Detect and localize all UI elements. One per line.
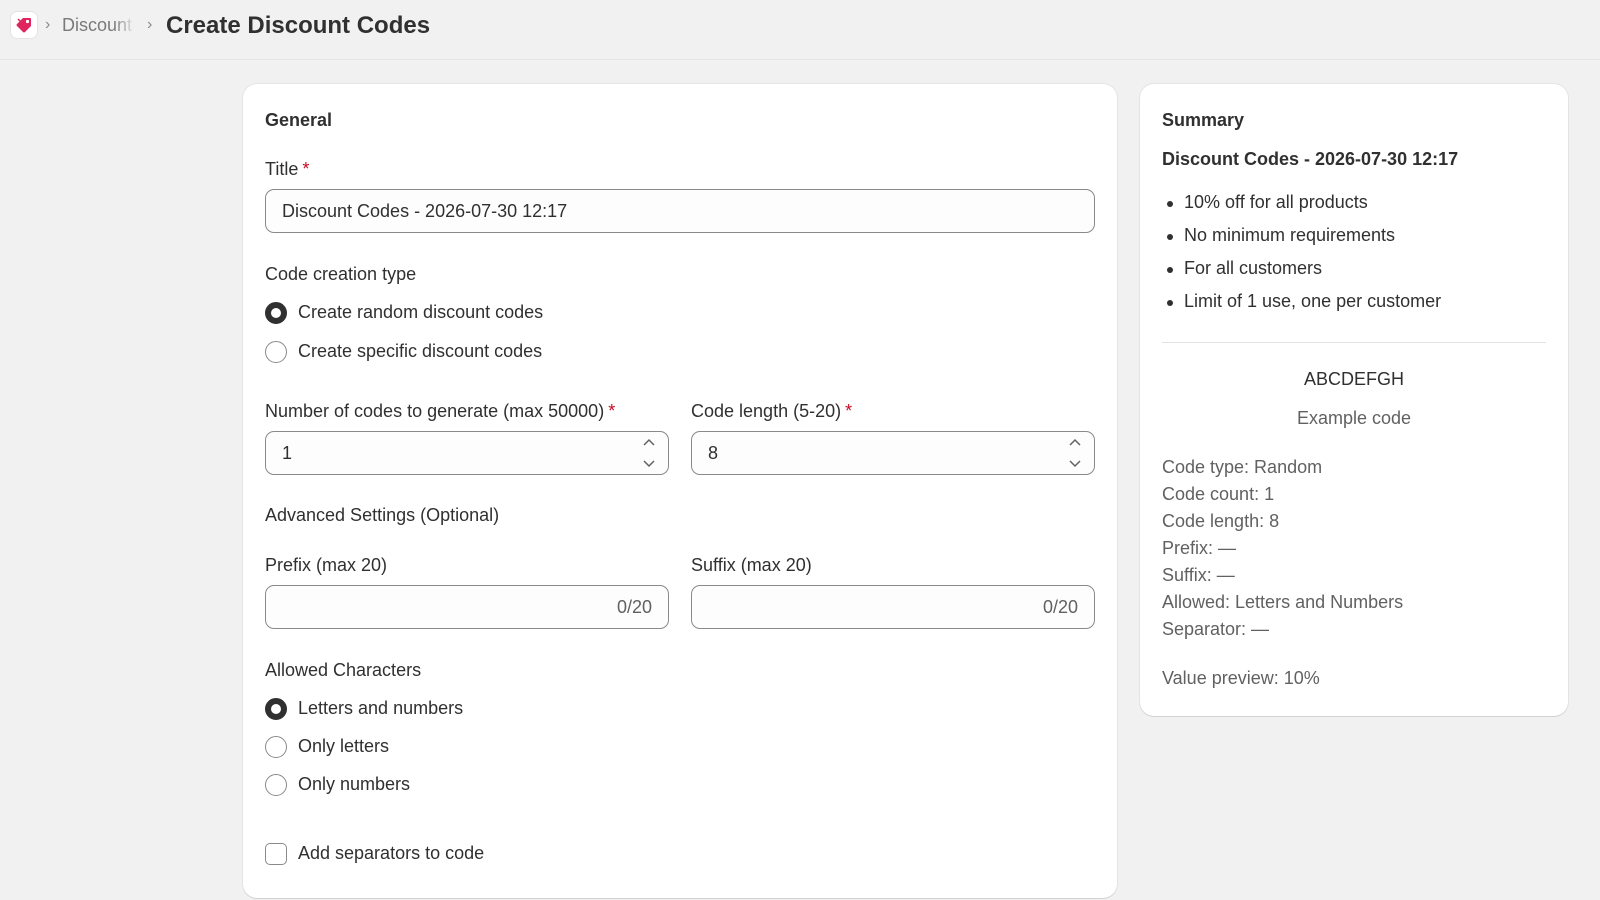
only-letters-radio[interactable]: [265, 736, 287, 758]
summary-bullet: Limit of 1 use, one per customer: [1162, 291, 1441, 324]
summary-card: Summary Discount Codes - 2026-07-30 12:1…: [1140, 84, 1568, 716]
letters-and-numbers-radio[interactable]: [265, 698, 287, 720]
chevron-down-icon: [1069, 460, 1081, 468]
summary-bullet: No minimum requirements: [1162, 225, 1441, 258]
detail-code-type: Code type: Random: [1162, 457, 1323, 477]
num-codes-input[interactable]: 1: [265, 431, 669, 475]
detail-code-count: Code count: 1: [1162, 484, 1275, 504]
example-code-caption: Example code: [1296, 408, 1412, 428]
advanced-settings-label: Advanced Settings (Optional): [265, 505, 500, 525]
num-codes-stepper[interactable]: [638, 437, 660, 469]
chevron-up-icon: [643, 438, 655, 446]
required-asterisk: *: [845, 401, 853, 421]
only-numbers-option-label[interactable]: Only numbers: [298, 774, 410, 795]
random-codes-radio[interactable]: [265, 302, 287, 324]
num-codes-label: Number of codes to generate (max 50000) *: [265, 401, 616, 421]
add-separators-checkbox[interactable]: [265, 843, 287, 865]
random-codes-option-label[interactable]: Create random discount codes: [298, 302, 543, 323]
letters-and-numbers-option-label[interactable]: Letters and numbers: [298, 698, 463, 719]
chevron-down-icon: [643, 460, 655, 468]
prefix-char-counter: 0/20: [616, 596, 652, 617]
summary-discount-title: Discount Codes - 2026-07-30 12:17: [1162, 149, 1459, 169]
summary-bullet-list: 10% off for all products No minimum requ…: [1162, 192, 1441, 324]
title-label: Title *: [265, 159, 310, 179]
detail-code-length: Code length: 8: [1162, 511, 1280, 531]
detail-separator: Separator: —: [1162, 619, 1270, 639]
breadcrumb-chevron-icon: ›: [45, 16, 51, 33]
general-card: General Title * Discount Codes - 2026-07-…: [243, 84, 1117, 898]
required-asterisk: *: [608, 401, 616, 421]
suffix-label: Suffix (max 20): [691, 555, 812, 575]
detail-suffix: Suffix: —: [1162, 565, 1235, 585]
discount-tag-icon[interactable]: [10, 11, 38, 39]
code-length-label: Code length (5-20) *: [691, 401, 853, 421]
required-asterisk: *: [302, 159, 310, 179]
summary-divider: [1162, 342, 1546, 343]
specific-codes-radio[interactable]: [265, 341, 287, 363]
chevron-up-icon: [1069, 438, 1081, 446]
general-section-title: General: [265, 110, 333, 130]
suffix-input[interactable]: 0/20: [691, 585, 1095, 629]
code-length-input[interactable]: 8: [691, 431, 1095, 475]
breadcrumb-chevron-icon: ›: [147, 16, 153, 33]
prefix-label: Prefix (max 20): [265, 555, 388, 575]
title-input[interactable]: Discount Codes - 2026-07-30 12:17: [265, 189, 1095, 233]
top-bar: › Discount Codes › Create Discount Codes: [0, 0, 1600, 60]
add-separators-label[interactable]: Add separators to code: [298, 843, 484, 864]
summary-bullet: 10% off for all products: [1162, 192, 1441, 225]
summary-title: Summary: [1162, 110, 1245, 130]
allowed-characters-label: Allowed Characters: [265, 660, 422, 680]
suffix-char-counter: 0/20: [1042, 596, 1078, 617]
code-creation-type-label: Code creation type: [265, 264, 417, 284]
code-length-stepper[interactable]: [1064, 437, 1086, 469]
detail-prefix: Prefix: —: [1162, 538, 1237, 558]
only-letters-option-label[interactable]: Only letters: [298, 736, 389, 757]
specific-codes-option-label[interactable]: Create specific discount codes: [298, 341, 542, 362]
summary-bullet: For all customers: [1162, 258, 1441, 291]
value-preview: Value preview: 10%: [1162, 668, 1320, 688]
example-code: ABCDEFGH: [1303, 369, 1404, 389]
prefix-input[interactable]: 0/20: [265, 585, 669, 629]
breadcrumb-parent-link[interactable]: Discount Codes: [62, 15, 136, 37]
detail-allowed: Allowed: Letters and Numbers: [1162, 592, 1404, 612]
page-title: Create Discount Codes: [166, 12, 431, 39]
only-numbers-radio[interactable]: [265, 774, 287, 796]
